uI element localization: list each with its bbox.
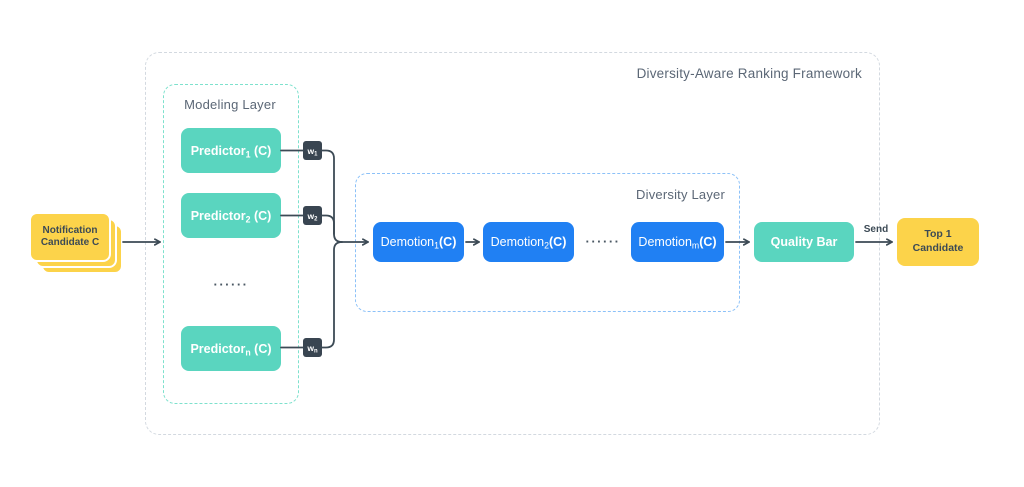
demotion-m-label: Demotionm(C)	[638, 235, 716, 249]
demotion-1-node: Demotion1(C)	[373, 222, 464, 262]
predictor-1-label: Predictor1 (C)	[191, 144, 272, 158]
demotion-ellipsis: ······	[575, 234, 631, 249]
predictor-n-label: Predictorn (C)	[190, 342, 271, 356]
predictor-2-node: Predictor2 (C)	[181, 193, 281, 238]
quality-bar-label: Quality Bar	[771, 235, 838, 249]
top1-candidate-label: Top 1 Candidate	[897, 218, 979, 266]
demotion-m-node: Demotionm(C)	[631, 222, 724, 262]
modeling-layer-label: Modeling Layer	[163, 97, 297, 112]
predictor-2-label: Predictor2 (C)	[191, 209, 272, 223]
framework-title: Diversity-Aware Ranking Framework	[562, 66, 862, 81]
demotion-2-node: Demotion2(C)	[483, 222, 574, 262]
predictor-1-node: Predictor1 (C)	[181, 128, 281, 173]
weight-wn-label: wn	[307, 343, 317, 353]
weight-w2-chip: w2	[303, 206, 322, 225]
quality-bar-node: Quality Bar	[754, 222, 854, 262]
diversity-layer-label: Diversity Layer	[425, 187, 725, 202]
weight-w1-chip: w1	[303, 141, 322, 160]
demotion-2-label: Demotion2(C)	[491, 235, 567, 249]
top1-candidate-node: Top 1 Candidate	[897, 218, 979, 266]
weight-w1-label: w1	[308, 146, 318, 156]
predictor-ellipsis: ······	[181, 277, 281, 292]
send-label: Send	[848, 224, 904, 235]
weight-w2-label: w2	[308, 211, 318, 221]
notification-candidate-label: Notification Candidate C	[29, 212, 111, 262]
demotion-1-label: Demotion1(C)	[381, 235, 457, 249]
predictor-n-node: Predictorn (C)	[181, 326, 281, 371]
weight-wn-chip: wn	[303, 338, 322, 357]
diagram-canvas: Diversity-Aware Ranking Framework Modeli…	[0, 0, 1024, 487]
